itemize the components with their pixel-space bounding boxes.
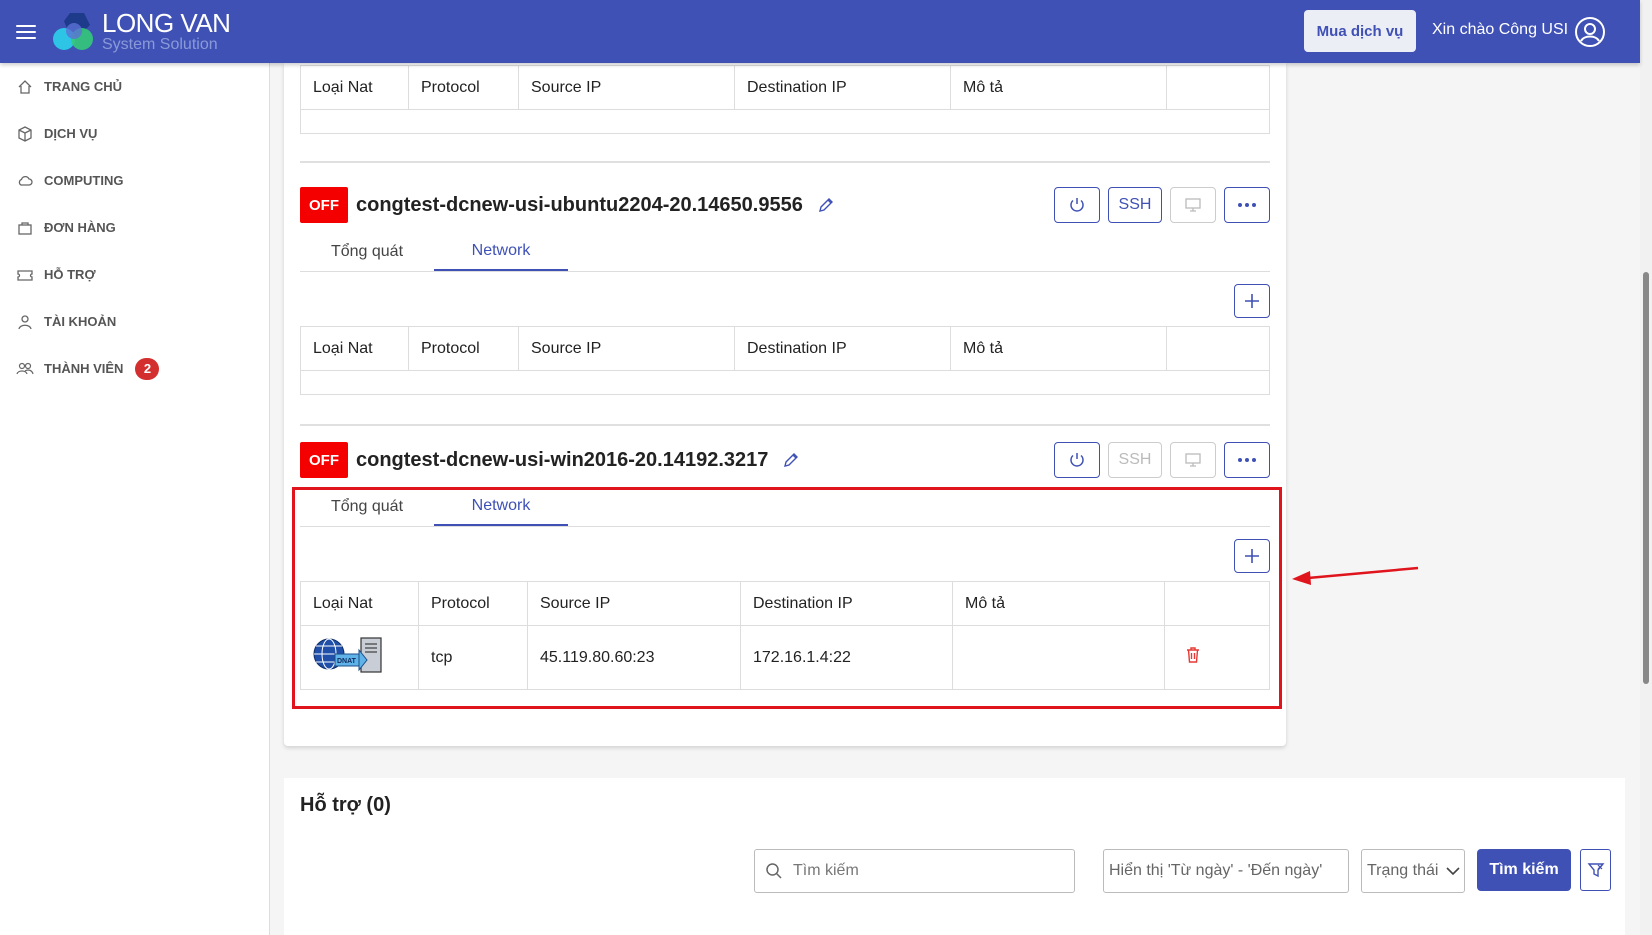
console-button[interactable] [1170, 187, 1216, 223]
edit-pencil-icon[interactable] [817, 196, 835, 214]
monitor-icon [1185, 453, 1201, 467]
column-header: Protocol [408, 326, 519, 371]
empty-row [300, 109, 1270, 134]
tab-overview[interactable]: Tổng quát [300, 232, 434, 271]
sidebar: TRANG CHỦ DỊCH VỤ COMPUTING ĐƠN HÀNG HỖ … [0, 63, 270, 935]
column-header: Destination IP [734, 65, 951, 110]
nat-table: Loại Nat Protocol Source IP Destination … [300, 326, 1270, 395]
search-button[interactable]: Tìm kiếm [1477, 849, 1571, 891]
vm-header: OFF congtest-dcnew-usi-ubuntu2204-20.146… [300, 187, 1270, 223]
sidebar-item-label: DỊCH VỤ [44, 126, 98, 141]
cloud-icon [16, 172, 34, 190]
scrollbar-thumb[interactable] [1643, 272, 1649, 684]
sidebar-item-home[interactable]: TRANG CHỦ [0, 63, 269, 110]
user-icon [16, 313, 34, 331]
more-horizontal-icon [1238, 203, 1256, 207]
column-header: Destination IP [734, 326, 951, 371]
column-header: Source IP [518, 65, 735, 110]
sidebar-item-label: TRANG CHỦ [44, 79, 122, 94]
page-scrollbar[interactable] [1640, 0, 1652, 935]
sidebar-item-label: HỖ TRỢ [44, 267, 96, 282]
sidebar-item-computing[interactable]: COMPUTING [0, 157, 269, 204]
sidebar-item-services[interactable]: DỊCH VỤ [0, 110, 269, 157]
divider [300, 161, 1270, 163]
vm-name: congtest-dcnew-usi-ubuntu2204-20.14650.9… [356, 193, 803, 216]
column-header: Mô tả [950, 326, 1167, 371]
more-horizontal-icon [1238, 458, 1256, 462]
column-header: Loại Nat [300, 326, 409, 371]
status-placeholder: Trạng thái [1367, 862, 1439, 879]
buy-service-button[interactable]: Mua dịch vụ [1304, 10, 1416, 52]
vm-name: congtest-dcnew-usi-win2016-20.14192.3217 [356, 448, 769, 471]
highlight-box [292, 487, 1282, 709]
chevron-down-icon [1446, 867, 1461, 876]
sidebar-item-account[interactable]: TÀI KHOẢN [0, 298, 269, 345]
tab-network[interactable]: Network [434, 232, 568, 271]
logo-name: LONG VAN [102, 8, 231, 38]
sidebar-item-label: COMPUTING [44, 173, 124, 188]
more-options-button[interactable] [1224, 187, 1270, 223]
column-header: Protocol [408, 65, 519, 110]
box-icon [16, 125, 34, 143]
sidebar-item-support[interactable]: HỖ TRỢ [0, 251, 269, 298]
power-button[interactable] [1054, 442, 1100, 478]
date-range-input[interactable]: Hiển thị 'Từ ngày' - 'Đến ngày' [1103, 849, 1349, 893]
logo-mark-icon [53, 12, 93, 50]
ticket-icon [16, 266, 34, 284]
sidebar-item-label: THÀNH VIÊN [44, 361, 124, 376]
ssh-button[interactable]: SSH [1108, 442, 1162, 478]
column-header: Mô tả [950, 65, 1167, 110]
search-icon [766, 863, 782, 879]
clear-filter-button[interactable] [1580, 849, 1611, 891]
power-icon [1070, 198, 1084, 212]
column-header [1166, 326, 1270, 371]
vm-tabs: Tổng quát Network [300, 232, 1270, 272]
nat-table: Loại Nat Protocol Source IP Destination … [300, 65, 1270, 134]
column-header [1166, 65, 1270, 110]
home-icon [16, 78, 34, 96]
vm-status-badge: OFF [300, 187, 348, 223]
column-header: Loại Nat [300, 65, 409, 110]
search-input[interactable]: Tìm kiếm [754, 849, 1075, 893]
sidebar-item-label: ĐƠN HÀNG [44, 220, 116, 235]
sidebar-item-orders[interactable]: ĐƠN HÀNG [0, 204, 269, 251]
column-header: Source IP [518, 326, 735, 371]
ssh-button[interactable]: SSH [1108, 187, 1162, 223]
support-title: Hỗ trợ (0) [300, 794, 391, 816]
search-placeholder: Tìm kiếm [793, 862, 859, 879]
vm-status-badge: OFF [300, 442, 348, 478]
empty-row [300, 370, 1270, 395]
status-select[interactable]: Trạng thái [1361, 849, 1465, 893]
monitor-icon [1185, 198, 1201, 212]
bag-icon [16, 219, 34, 237]
more-options-button[interactable] [1224, 442, 1270, 478]
top-bar: LONG VAN System Solution Mua dịch vụ Xin… [0, 0, 1640, 63]
add-rule-button[interactable] [1234, 284, 1270, 318]
group-icon [16, 360, 34, 378]
console-button[interactable] [1170, 442, 1216, 478]
vm-header: OFF congtest-dcnew-usi-win2016-20.14192.… [300, 442, 1270, 478]
power-icon [1070, 453, 1084, 467]
filter-off-icon [1587, 863, 1604, 878]
members-count-badge: 2 [135, 357, 160, 380]
edit-pencil-icon[interactable] [782, 451, 800, 469]
divider [300, 424, 1270, 426]
user-greeting: Xin chào Công USI [1432, 21, 1569, 38]
logo[interactable]: LONG VAN System Solution [52, 8, 231, 53]
plus-icon [1245, 294, 1259, 308]
support-section: Hỗ trợ (0) Tìm kiếm Hiển thị 'Từ ngày' -… [284, 778, 1625, 935]
power-button[interactable] [1054, 187, 1100, 223]
logo-subtitle: System Solution [102, 36, 218, 53]
annotation-arrow-icon [1292, 566, 1419, 585]
sidebar-item-label: TÀI KHOẢN [44, 314, 117, 329]
account-icon[interactable] [1574, 16, 1606, 48]
hamburger-menu-icon[interactable] [16, 24, 36, 39]
sidebar-item-members[interactable]: THÀNH VIÊN 2 [0, 345, 269, 392]
